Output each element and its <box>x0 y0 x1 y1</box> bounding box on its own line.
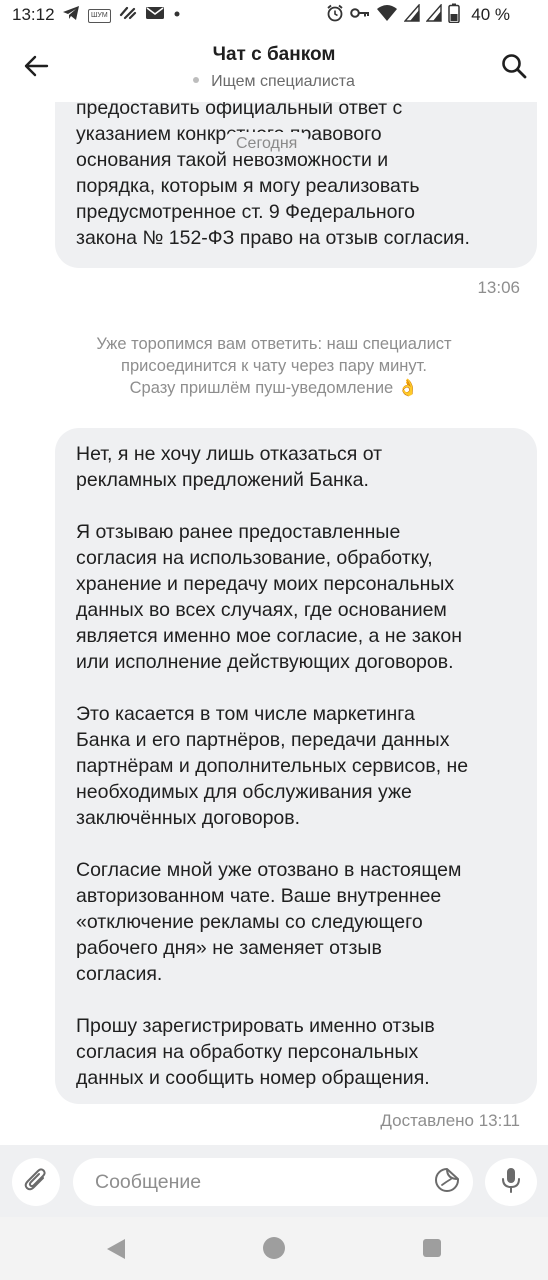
key-icon <box>350 6 370 26</box>
message-line: «отключение рекламы со следующего <box>76 911 423 933</box>
message-line: или исполнение действующих договоров. <box>76 651 454 673</box>
message-line: Прошу зарегистрировать именно отзыв <box>76 1015 435 1037</box>
message-input[interactable] <box>95 1158 415 1206</box>
message-line: Согласие мной уже отозвано в настоящем <box>76 859 462 881</box>
message-line: согласия на обработку персональных <box>76 1041 419 1063</box>
battery-icon <box>448 3 460 29</box>
status-bar: 13:12 ШУМ 40 % <box>0 0 548 32</box>
search-icon <box>501 53 527 84</box>
system-message: Уже торопимся вам ответить: наш специали… <box>0 333 548 399</box>
telegram-icon <box>62 5 80 27</box>
nav-recents-icon[interactable] <box>423 1239 441 1257</box>
message-line: рабочего дня» не заменяет отзыв <box>76 937 382 959</box>
message-line: предусмотренное ст. 9 Федерального <box>76 201 416 223</box>
message-bubble-outgoing[interactable]: Нет, я не хочу лишь отказаться от реклам… <box>55 428 537 1104</box>
system-message-line: Сразу пришлём пуш-уведомление <box>129 379 394 397</box>
search-button[interactable] <box>496 50 532 86</box>
message-bubble-outgoing[interactable]: предоставить официальный ответ с указани… <box>55 102 537 268</box>
message-line: необходимых для обслуживания уже <box>76 781 412 803</box>
chat-status: Ищем специалиста <box>0 73 548 91</box>
message-line: закона № 152-ФЗ право на отзыв согласия. <box>76 227 470 249</box>
chat-status-text: Ищем специалиста <box>211 73 355 90</box>
nav-back-icon[interactable] <box>105 1238 127 1265</box>
delivery-status: Доставлено 13:11 <box>380 1111 520 1130</box>
message-line: партнёрам и дополнительных сервисов, не <box>76 755 469 777</box>
shum-icon: ШУМ <box>88 9 111 23</box>
signal-icon <box>403 3 420 28</box>
battery-percent: 40 % <box>471 5 510 24</box>
message-line: хранение и передачу моих персональных <box>76 573 455 595</box>
message-composer <box>0 1145 548 1217</box>
sticker-icon <box>434 1167 460 1198</box>
microphone-button[interactable] <box>485 1158 537 1206</box>
chat-messages[interactable]: предоставить официальный ответ с указани… <box>0 102 548 1145</box>
message-line: согласия на использование, обработку, <box>76 547 433 569</box>
message-line: заключённых договоров. <box>76 807 301 829</box>
mail-icon <box>145 5 165 27</box>
status-system-icons <box>326 3 460 29</box>
ok-hand-emoji: 👌 <box>397 379 419 397</box>
app-root: 13:12 ШУМ 40 % Чат с банком Ищем специал… <box>0 0 548 1280</box>
nav-home-icon[interactable] <box>263 1237 285 1259</box>
system-message-last: Сразу пришлём пуш-уведомление 👌 <box>0 377 548 399</box>
message-line: рекламных предложений Банка. <box>76 469 369 491</box>
message-line: предоставить официальный ответ с <box>76 102 403 119</box>
message-timestamp: 13:06 <box>477 278 520 297</box>
alarm-icon <box>326 4 344 28</box>
message-line: данных и сообщить номер обращения. <box>76 1067 430 1089</box>
message-line: Я отзываю ранее предоставленные <box>76 521 401 543</box>
message-line: авторизованном чате. Ваше внутреннее <box>76 885 442 907</box>
chat-title: Чат с банком <box>212 44 336 65</box>
attach-button[interactable] <box>12 1158 60 1206</box>
message-line: порядка, которым я могу реализовать <box>76 175 420 197</box>
message-line: является именно мое согласие, а не закон <box>76 625 462 647</box>
system-navigation-bar <box>0 1217 548 1280</box>
dot-icon <box>173 5 181 27</box>
wifi-icon <box>376 4 398 28</box>
message-line: согласия. <box>76 963 163 985</box>
status-notification-icons: ШУМ <box>62 6 181 26</box>
system-message-line: присоединится к чату через пару минут. <box>121 357 427 375</box>
message-line: Это касается в том числе маркетинга <box>76 703 415 725</box>
system-message-line: Уже торопимся вам ответить: наш специали… <box>96 335 452 353</box>
message-line: Банка и его партнёров, передачи данных <box>76 729 450 751</box>
chat-app-icon <box>119 5 137 27</box>
status-dot-icon <box>193 77 200 84</box>
paperclip-icon <box>23 1166 49 1199</box>
message-line: Нет, я не хочу лишь отказаться от <box>76 443 383 465</box>
sticker-button[interactable] <box>433 1167 461 1198</box>
microphone-icon <box>500 1166 522 1199</box>
message-line: данных во всех случаях, где основанием <box>76 599 447 621</box>
date-separator: Сегодня <box>224 132 310 156</box>
signal-icon <box>425 3 442 28</box>
status-time: 13:12 <box>12 5 55 24</box>
chat-header: Чат с банком Ищем специалиста <box>0 32 548 102</box>
message-input-container <box>73 1158 473 1206</box>
